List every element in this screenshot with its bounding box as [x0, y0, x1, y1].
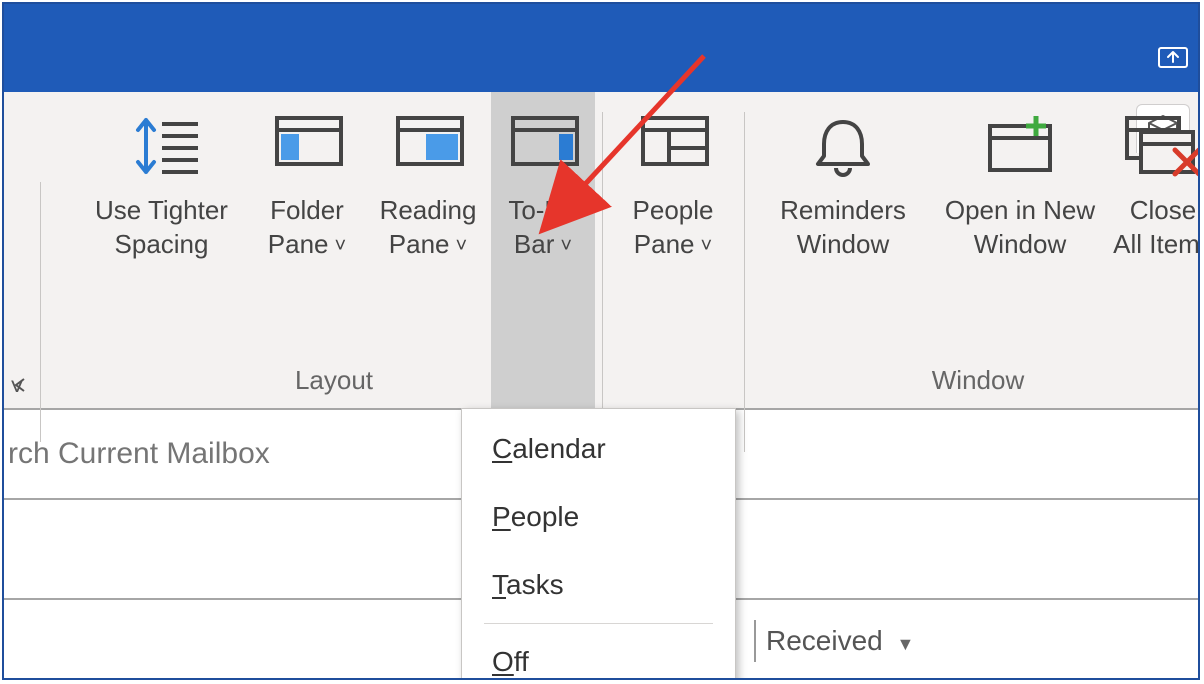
sort-label-text: Received: [766, 625, 883, 656]
group-label-layout: Layout: [74, 365, 594, 396]
people-pane-button[interactable]: People Pane˅: [612, 92, 734, 432]
button-label: Use Tighter: [74, 194, 249, 228]
button-label: Folder: [249, 194, 365, 228]
group-label-window: Window: [759, 365, 1197, 396]
folder-pane-icon: [273, 112, 341, 184]
button-label: Pane˅: [249, 228, 365, 262]
group-separator: [40, 182, 41, 442]
button-label: All Items: [1113, 228, 1200, 262]
button-label: Pane˅: [365, 228, 491, 262]
todo-bar-icon: [509, 112, 577, 184]
button-label: Close: [1113, 194, 1200, 228]
button-label: Window: [927, 228, 1113, 262]
todo-bar-dropdown: Calendar People Tasks Off: [461, 408, 736, 680]
group-separator: [602, 112, 603, 452]
button-label: Bar˅: [491, 228, 595, 262]
item-rest: asks: [506, 569, 564, 600]
button-label: Reading: [365, 194, 491, 228]
dropdown-separator: [484, 623, 713, 624]
button-label: To-Do: [491, 194, 595, 228]
button-label: People: [612, 194, 734, 228]
chevron-down-icon: ˅: [456, 235, 468, 257]
reading-pane-icon: [394, 112, 462, 184]
open-new-window-icon: [978, 112, 1062, 184]
button-label: Reminders: [759, 194, 927, 228]
chevron-down-icon: ˅: [701, 235, 713, 257]
button-label: Spacing: [74, 228, 249, 262]
item-rest: ff: [514, 646, 529, 677]
chevron-down-icon: ˅: [335, 235, 347, 257]
bell-icon: [803, 112, 883, 184]
button-label: Open in New: [927, 194, 1113, 228]
chevron-down-icon[interactable]: ˅: [10, 374, 24, 402]
dropdown-item-people[interactable]: People: [462, 483, 735, 551]
dropdown-item-tasks[interactable]: Tasks: [462, 551, 735, 619]
sort-by-received[interactable]: Received ▼: [754, 620, 914, 662]
item-rest: eople: [511, 501, 580, 532]
group-separator: [744, 112, 745, 452]
titlebar: [4, 4, 1198, 92]
dropdown-item-off[interactable]: Off: [462, 628, 735, 680]
people-pane-icon: [639, 112, 707, 184]
chevron-down-icon: ˅: [560, 235, 572, 257]
tighter-spacing-icon: [128, 112, 196, 184]
dropdown-item-calendar[interactable]: Calendar: [462, 415, 735, 483]
chevron-down-icon: ▼: [897, 634, 915, 654]
ribbon: ˅ .left-chev-btn{font-size:0} Use Tighte…: [4, 92, 1198, 410]
close-all-icon: [1121, 112, 1200, 184]
button-label: Window: [759, 228, 927, 262]
button-label: Pane˅: [612, 228, 734, 262]
item-rest: alendar: [512, 433, 605, 464]
collapse-ribbon-icon[interactable]: [1156, 40, 1190, 75]
